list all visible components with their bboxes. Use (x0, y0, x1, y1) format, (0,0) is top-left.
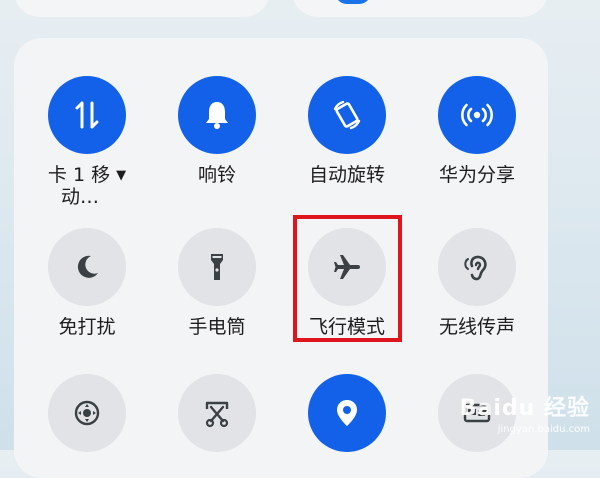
auto-rotate-label: 自动旋转 (308, 164, 385, 186)
baidu-watermark: Baidu 经验 jingyan.baidu.com (445, 390, 590, 440)
auto-rotate-toggle[interactable] (308, 76, 386, 154)
tile-screenshot[interactable] (152, 374, 282, 452)
flashlight-toggle[interactable] (178, 228, 256, 306)
flashlight-icon (211, 254, 223, 280)
navigation-dock-icon (74, 400, 100, 426)
tile-wireless-audio[interactable]: 无线传声 (412, 228, 542, 338)
do-not-disturb-toggle[interactable] (48, 228, 126, 306)
ear-icon (464, 255, 487, 281)
mobile-data-label-line1: 卡 1 移 (47, 164, 111, 186)
do-not-disturb-label: 免打扰 (58, 316, 116, 338)
top-card-right (292, 0, 548, 17)
flashlight-label: 手电筒 (188, 316, 246, 338)
tile-mobile-data[interactable]: 卡 1 移 ▼ 动… (22, 76, 152, 207)
huawei-share-label: 华为分享 (438, 164, 515, 186)
auto-rotate-icon (333, 100, 361, 130)
tile-auto-rotate[interactable]: 自动旋转 (282, 76, 412, 186)
mobile-data-toggle[interactable] (48, 76, 126, 154)
wireless-audio-toggle[interactable] (438, 228, 516, 306)
watermark-brand: Baidu 经验 (459, 396, 590, 421)
location-pin-icon (337, 400, 357, 426)
floating-navigation-toggle[interactable] (48, 374, 126, 452)
location-toggle[interactable] (308, 374, 386, 452)
screenshot-scissors-icon (205, 401, 229, 428)
tile-ring[interactable]: 响铃 (152, 76, 282, 186)
top-card-left (14, 0, 270, 17)
bell-icon (206, 102, 228, 129)
airplane-mode-highlight-box (293, 215, 402, 342)
tile-location[interactable] (282, 374, 412, 452)
ring-toggle[interactable] (178, 76, 256, 154)
tile-do-not-disturb[interactable]: 免打扰 (22, 228, 152, 338)
huawei-share-toggle[interactable] (438, 76, 516, 154)
tile-flashlight[interactable]: 手电筒 (152, 228, 282, 338)
huawei-share-icon (461, 103, 493, 127)
mobile-data-label-line2: 动… (60, 186, 99, 208)
moon-icon (77, 255, 98, 278)
screenshot-toggle[interactable] (178, 374, 256, 452)
wireless-audio-label: 无线传声 (438, 316, 515, 338)
watermark-url: jingyan.baidu.com (497, 424, 590, 435)
mobile-data-label: 卡 1 移 ▼ 动… (22, 164, 152, 207)
data-transfer-icon (75, 101, 99, 129)
ring-label: 响铃 (197, 164, 236, 186)
dropdown-caret-icon[interactable]: ▼ (116, 165, 126, 187)
tile-floating-navigation[interactable] (22, 374, 152, 452)
tile-huawei-share[interactable]: 华为分享 (412, 76, 542, 186)
